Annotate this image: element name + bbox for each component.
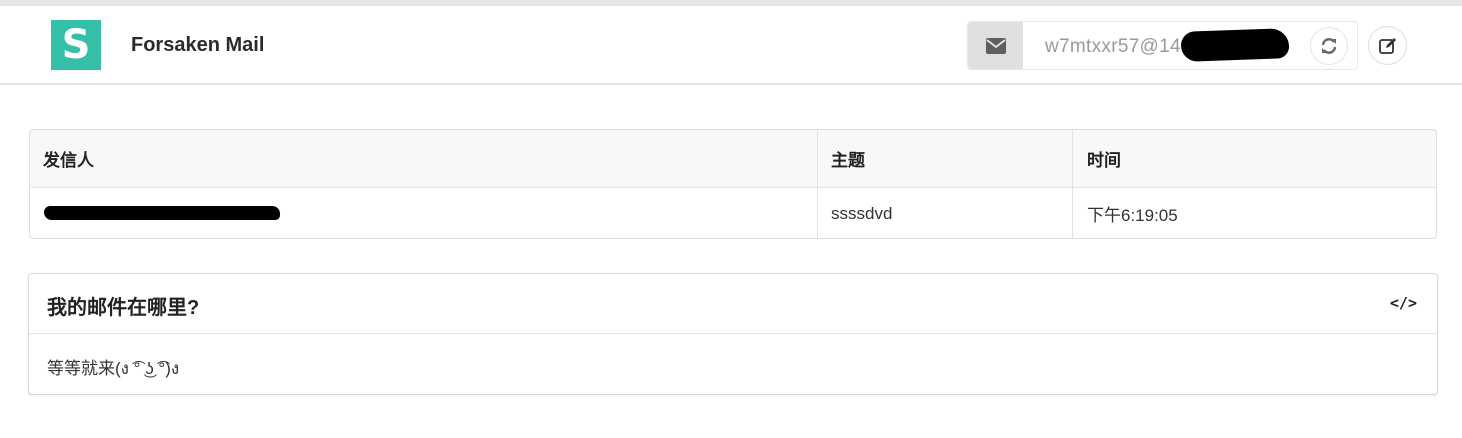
refresh-button[interactable]: [1310, 27, 1348, 65]
faq-card: 我的邮件在哪里? </> 等等就来(ง ͡° ͜ʖ ͡°)ง: [28, 273, 1438, 395]
faq-title: 我的邮件在哪里?: [47, 297, 200, 319]
inbox-table: 发信人 主题 时间 ssssdvd 下午6:19:05: [29, 129, 1437, 239]
faq-header: 我的邮件在哪里? </>: [29, 274, 1437, 334]
app-header: S Forsaken Mail w7mtxxr57@14: [0, 6, 1462, 85]
column-subject: 主题: [831, 151, 865, 170]
table-row[interactable]: ssssdvd 下午6:19:05: [30, 188, 1436, 238]
mail-address-text[interactable]: w7mtxxr57@14: [1045, 36, 1181, 58]
mail-address-group: w7mtxxr57@14: [967, 21, 1358, 70]
compose-button[interactable]: [1368, 26, 1407, 65]
redaction-mark: [1180, 28, 1290, 62]
app-logo[interactable]: S: [51, 20, 101, 70]
faq-body: 等等就来(ง ͡° ͜ʖ ͡°)ง: [47, 359, 180, 378]
code-icon[interactable]: </>: [1390, 294, 1417, 312]
row-subject[interactable]: ssssdvd: [831, 188, 892, 238]
redaction-mark: [44, 206, 280, 220]
column-sender: 发信人: [43, 151, 94, 170]
table-header: 发信人 主题 时间: [30, 130, 1436, 188]
refresh-icon: [1321, 38, 1337, 54]
row-time[interactable]: 下午6:19:05: [1087, 188, 1178, 238]
column-time: 时间: [1087, 151, 1121, 170]
edit-icon: [1378, 37, 1396, 54]
brand-name[interactable]: Forsaken Mail: [131, 34, 264, 57]
envelope-icon: [968, 22, 1023, 69]
